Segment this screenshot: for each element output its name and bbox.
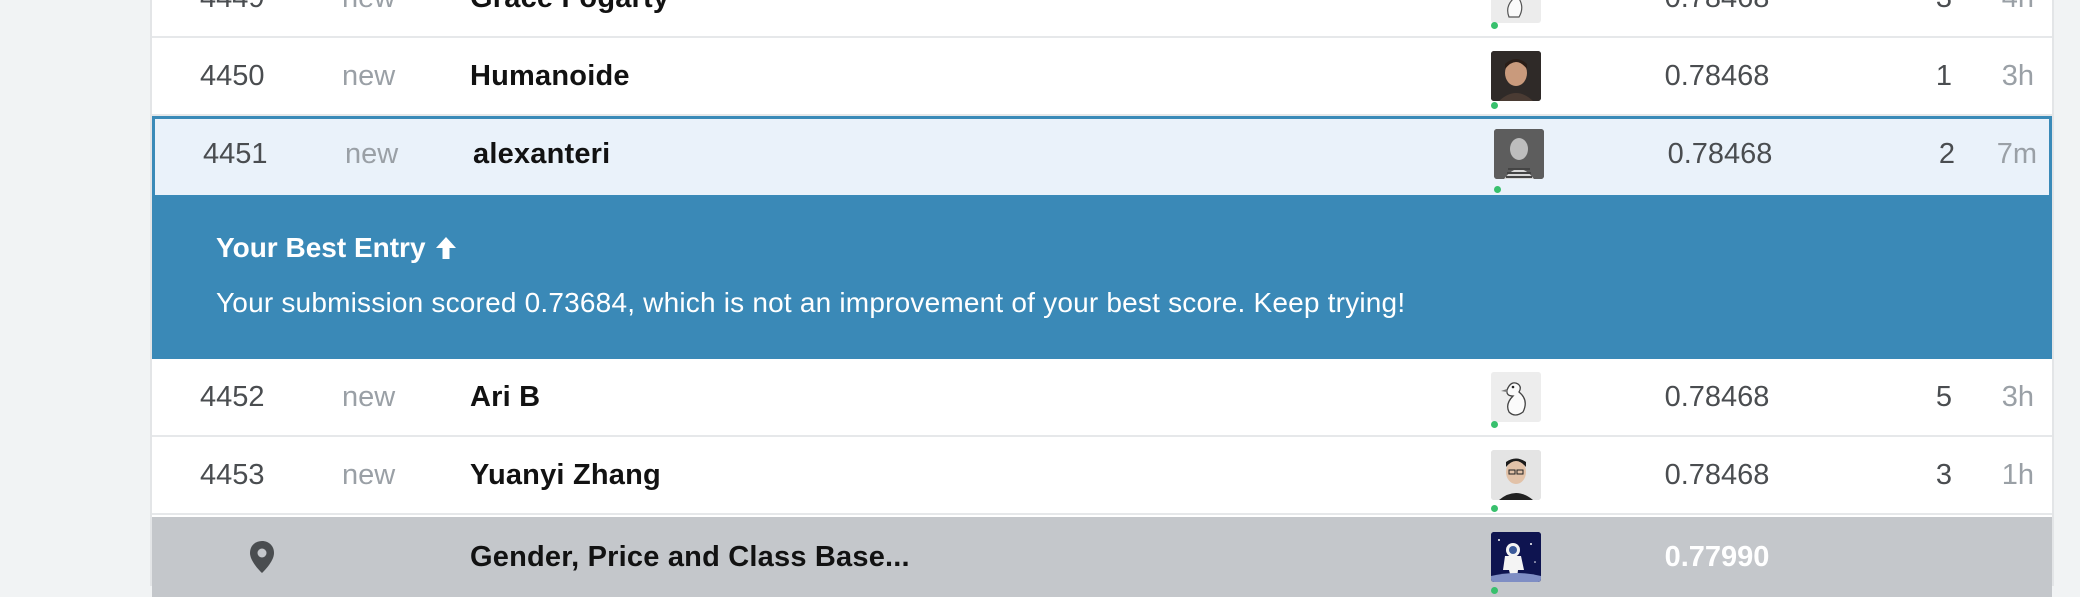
man-portrait-avatar [1491,450,1541,500]
current-user-row[interactable]: 4451 new alexanteri 0.78468 2 7m [152,116,2052,198]
avatar[interactable] [1489,517,1543,597]
delta-cell: new [342,0,422,36]
online-status-dot [1491,587,1498,594]
map-pin-icon [250,541,274,573]
score-cell: 0.78468 [1642,0,1792,36]
last-submission-cell: 4h [1962,0,2034,36]
benchmark-score: 0.77990 [1664,540,1770,573]
team-name-link[interactable]: alexanteri [473,116,1373,192]
team-name-link[interactable]: Humanoide [470,38,1370,114]
table-row[interactable]: 4453 new Yuanyi Zhang 0.78468 3 1h [152,437,2052,515]
delta-cell: new [342,59,396,92]
arrow-up-icon [435,237,456,259]
online-status-dot [1491,22,1498,29]
avatar[interactable] [1489,437,1543,513]
rank-cell: 4452 [200,380,265,413]
online-status-dot [1494,186,1501,193]
score-cell: 0.78468 [1667,137,1773,170]
last-submission-cell: 1h [2001,458,2034,491]
last-submission-cell: 7m [1996,137,2037,170]
avatar[interactable] [1489,0,1543,36]
score-cell: 0.78468 [1664,458,1770,491]
benchmark-row[interactable]: Gender, Price and Class Base... 0.77990 [152,517,2052,597]
leaderboard: 4449 new Grace Fogarty 0.78468 3 4h 4450… [150,0,2054,597]
goose-sketch-avatar [1491,372,1541,422]
score-cell: 0.78468 [1664,59,1770,92]
last-submission-cell: 3h [2001,380,2034,413]
avatar[interactable] [1492,116,1546,192]
delta-cell: new [342,458,396,491]
team-name-link[interactable]: Ari B [470,359,1370,435]
online-status-dot [1491,505,1498,512]
table-row[interactable]: 4452 new Ari B 0.78468 5 3h [152,359,2052,437]
banner-title: Your Best Entry [216,232,458,264]
man-portrait-avatar [1494,129,1544,179]
team-name-link[interactable]: Grace Fogarty [470,0,1370,36]
entries-cell: 5 [1935,380,1952,413]
online-status-dot [1491,102,1498,109]
rank-cell: 4451 [203,137,268,170]
rank-cell: 4450 [200,59,265,92]
entries-cell: 3 [1842,0,1952,36]
entries-cell: 3 [1935,458,1952,491]
score-cell: 0.78468 [1664,380,1770,413]
team-name-link[interactable]: Yuanyi Zhang [470,437,1370,513]
man-portrait-avatar [1491,51,1541,101]
banner-title-text: Your Best Entry [216,232,426,263]
online-status-dot [1491,421,1498,428]
last-submission-cell: 3h [2001,59,2034,92]
table-row[interactable]: 4449 new Grace Fogarty 0.78468 3 4h [152,0,2052,38]
benchmark-name[interactable]: Gender, Price and Class Base... [470,517,1370,597]
banner-message: Your submission scored 0.73684, which is… [216,287,1406,318]
rank-cell: 4449 [200,0,290,36]
astronaut-avatar [1491,532,1541,582]
rank-cell: 4453 [200,458,265,491]
best-entry-banner: Your Best Entry Your submission scored 0… [152,197,2052,359]
entries-cell: 2 [1938,137,1955,170]
benchmark-marker [232,517,292,597]
delta-cell: new [345,137,399,170]
entries-cell: 1 [1935,59,1952,92]
table-row[interactable]: 4450 new Humanoide 0.78468 1 3h [152,38,2052,116]
goose-sketch-avatar [1507,0,1523,18]
delta-cell: new [342,380,396,413]
